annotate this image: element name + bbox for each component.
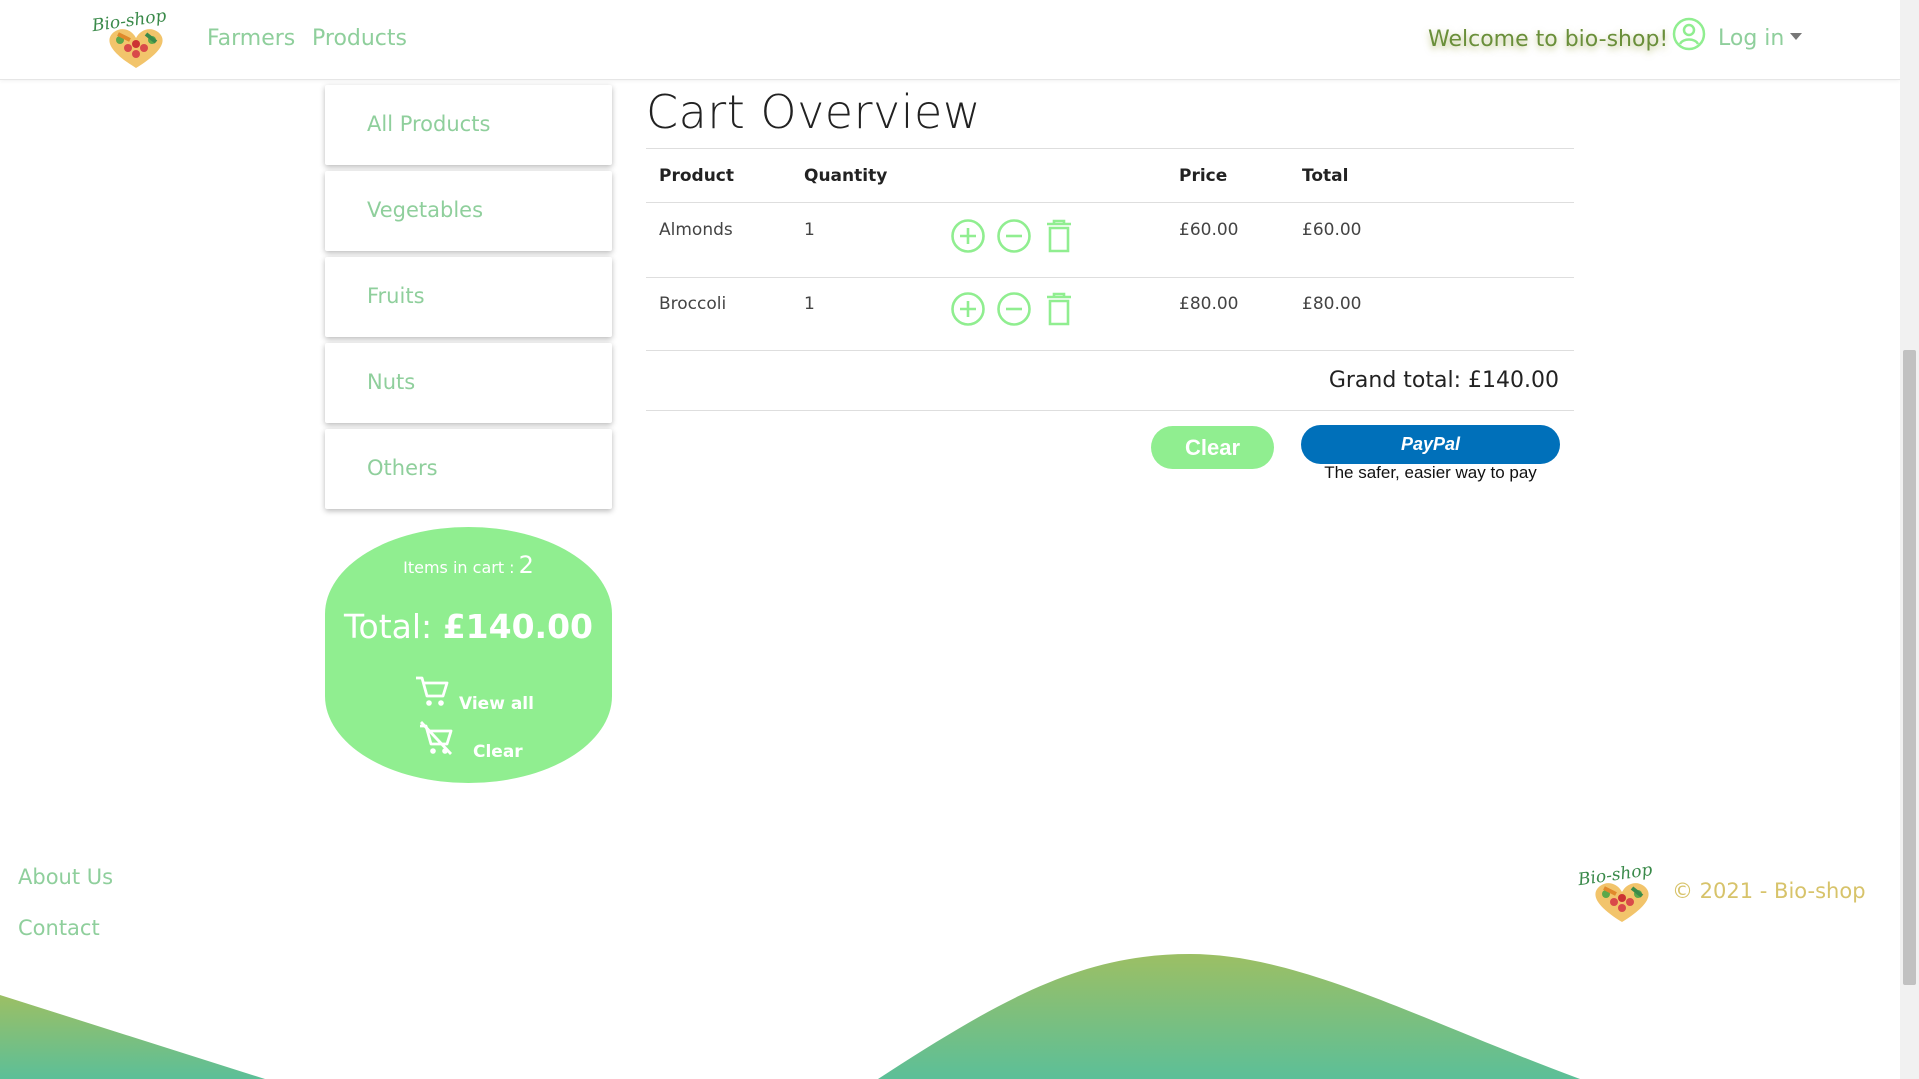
divider xyxy=(646,202,1574,203)
category-label: Nuts xyxy=(367,370,416,394)
nav-farmers-link[interactable]: Farmers xyxy=(207,26,295,51)
category-others[interactable]: Others xyxy=(325,429,612,509)
divider xyxy=(646,277,1574,278)
row-total: £60.00 xyxy=(1302,220,1362,240)
category-vegetables[interactable]: Vegetables xyxy=(325,171,612,251)
row-total: £80.00 xyxy=(1302,294,1362,314)
welcome-text: Welcome to bio-shop! xyxy=(1428,27,1669,52)
row-price: £80.00 xyxy=(1179,294,1239,314)
header-product: Product xyxy=(659,166,734,186)
footer-contact-link[interactable]: Contact xyxy=(18,916,100,940)
category-nuts[interactable]: Nuts xyxy=(325,343,612,423)
divider xyxy=(646,410,1574,411)
cart-summary: Items in cart :2 Total: £140.00 View all… xyxy=(325,527,612,783)
divider xyxy=(646,148,1574,149)
category-label: All Products xyxy=(367,112,491,136)
login-dropdown[interactable]: Log in xyxy=(1718,26,1803,51)
paypal-tagline: The safer, easier way to pay xyxy=(1324,463,1537,482)
row-product: Broccoli xyxy=(659,294,727,314)
footer-wave-decoration xyxy=(0,954,1580,1079)
header-price: Price xyxy=(1179,166,1228,186)
header-total: Total xyxy=(1302,166,1349,186)
clear-cart-button[interactable]: Clear xyxy=(1151,426,1274,469)
logo-icon[interactable]: Bio-shop xyxy=(90,4,182,74)
cart-remove-icon[interactable] xyxy=(417,720,455,758)
cart-icon[interactable] xyxy=(413,672,451,710)
category-all-products[interactable]: All Products xyxy=(325,85,612,165)
header-quantity: Quantity xyxy=(804,166,888,186)
row-quantity: 1 xyxy=(804,294,815,314)
view-all-link[interactable]: View all xyxy=(459,694,534,714)
plus-circle-icon[interactable] xyxy=(950,218,986,254)
summary-total: Total: £140.00 xyxy=(325,607,612,646)
items-label: Items in cart : xyxy=(403,558,515,577)
navbar: Bio-shop Farmers Products Welcome to bio… xyxy=(0,0,1900,80)
scrollbar-thumb[interactable] xyxy=(1903,350,1916,985)
nav-products-link[interactable]: Products xyxy=(312,26,407,51)
trash-icon[interactable] xyxy=(1041,218,1077,254)
total-value: £140.00 xyxy=(442,607,593,646)
user-circle-icon[interactable] xyxy=(1672,17,1706,51)
trash-icon[interactable] xyxy=(1041,291,1077,327)
copyright-text: © 2021 - Bio-shop xyxy=(1672,879,1866,903)
items-in-cart: Items in cart :2 xyxy=(325,551,612,579)
row-price: £60.00 xyxy=(1179,220,1239,240)
caret-down-icon xyxy=(1790,32,1803,40)
category-label: Fruits xyxy=(367,284,425,308)
total-label: Total: xyxy=(343,607,433,646)
category-label: Others xyxy=(367,456,438,480)
row-quantity: 1 xyxy=(804,220,815,240)
login-label: Log in xyxy=(1718,26,1785,51)
divider xyxy=(646,350,1574,351)
minus-circle-icon[interactable] xyxy=(996,291,1032,327)
paypal-button[interactable]: PayPal xyxy=(1301,425,1560,464)
minus-circle-icon[interactable] xyxy=(996,218,1032,254)
summary-clear-link[interactable]: Clear xyxy=(473,742,523,762)
row-product: Almonds xyxy=(659,220,733,240)
grand-total: Grand total: £140.00 xyxy=(1328,368,1559,393)
category-fruits[interactable]: Fruits xyxy=(325,257,612,337)
plus-circle-icon[interactable] xyxy=(950,291,986,327)
page-title: Cart Overview xyxy=(646,85,981,139)
footer-logo-icon: Bio-shop xyxy=(1576,860,1654,922)
items-count: 2 xyxy=(518,551,534,579)
scrollbar[interactable] xyxy=(1900,0,1919,1079)
footer-about-link[interactable]: About Us xyxy=(18,865,113,889)
category-label: Vegetables xyxy=(367,198,484,222)
